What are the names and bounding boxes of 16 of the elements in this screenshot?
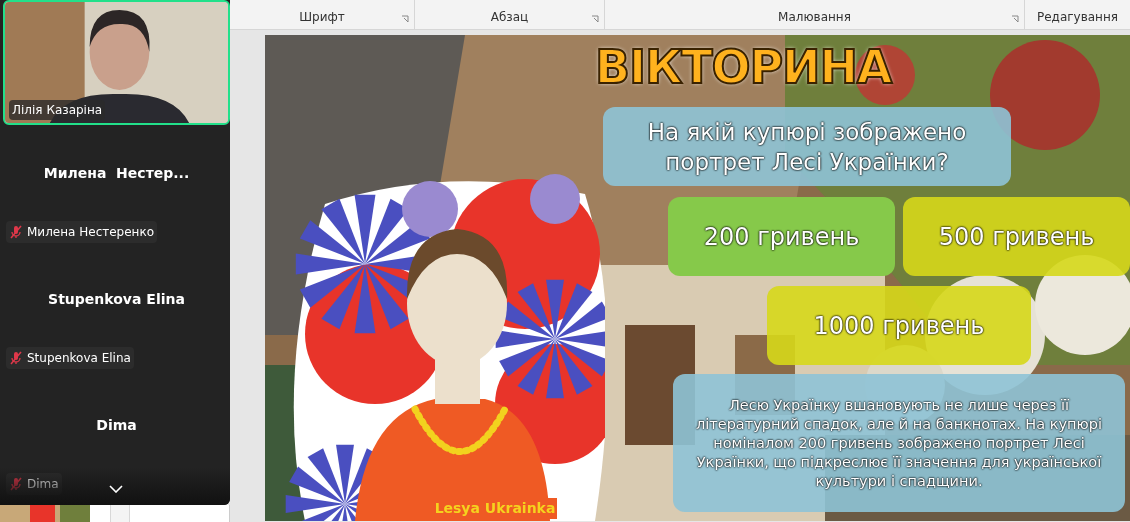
- participant-name: Милена Нестеренко: [27, 224, 155, 241]
- participant-name: Stupenkova Elina: [27, 350, 131, 367]
- participant-name: Dima: [27, 476, 59, 493]
- scrollbar[interactable]: [110, 505, 130, 522]
- chevron-down-icon[interactable]: [109, 485, 123, 493]
- participant-name: Лілія Казаріна: [12, 102, 103, 119]
- dialog-launcher-icon[interactable]: [401, 15, 409, 23]
- dialog-launcher-icon[interactable]: [591, 15, 599, 23]
- ribbon-group-label: Шрифт: [299, 9, 345, 26]
- participant-display-name: Милена Нестер...: [43, 163, 190, 183]
- participant-display-name: Dima: [96, 415, 137, 435]
- participant-display-name: Stupenkova Elina: [48, 289, 185, 309]
- ribbon-group-label: Редагування: [1037, 9, 1118, 26]
- dialog-launcher-icon[interactable]: [1011, 15, 1019, 23]
- ribbon-group-label: Малювання: [778, 9, 851, 26]
- ribbon-group-label: Абзац: [490, 9, 529, 26]
